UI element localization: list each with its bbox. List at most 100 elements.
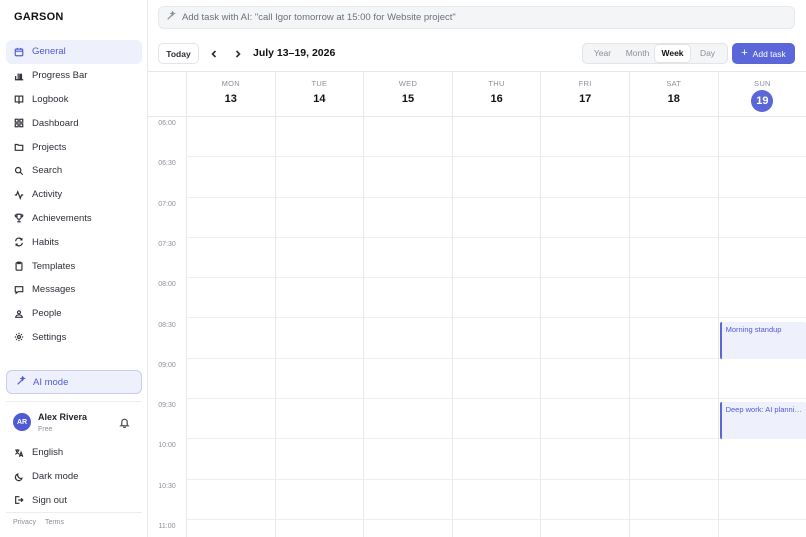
sidebar: GARSON General Progress Bar Logbook Dashboa…	[0, 0, 148, 537]
time-label: 10:30	[158, 482, 176, 490]
privacy-link[interactable]: Privacy	[13, 519, 36, 526]
terms-link[interactable]: Terms	[45, 519, 64, 526]
user-profile[interactable]: AR Alex Rivera Free	[13, 409, 138, 439]
sidebar-bottom-nav: English Dark mode Sign out	[6, 441, 142, 512]
sidebar-item-label: Search	[32, 165, 63, 177]
sidebar-item-messages[interactable]: Messages	[6, 278, 142, 302]
day-header-mon[interactable]: MON 13	[186, 72, 275, 117]
book-icon	[14, 94, 24, 105]
sidebar-item-label: Sign out	[32, 494, 67, 506]
sidebar-item-projects[interactable]: Projects	[6, 135, 142, 159]
sidebar-item-label: Activity	[32, 189, 63, 201]
date-range: July 13–19, 2026	[253, 47, 336, 59]
footer-links: Privacy Terms	[13, 519, 64, 526]
add-task-label: Add task	[752, 48, 786, 59]
view-switcher: Year Month Week Day	[582, 43, 728, 64]
sidebar-item-logbook[interactable]: Logbook	[6, 88, 142, 112]
translate-icon	[14, 448, 24, 458]
time-slot-row	[186, 157, 806, 198]
day-number: 18	[667, 93, 680, 105]
sidebar-item-label: Logbook	[32, 93, 69, 105]
chevron-left-icon[interactable]	[209, 48, 219, 58]
sign-out-icon	[14, 495, 24, 505]
ai-mode-label: AI mode	[33, 376, 69, 388]
sidebar-item-label: English	[32, 447, 64, 459]
day-header-tue[interactable]: TUE 14	[274, 72, 364, 117]
sidebar-item-label: Settings	[32, 331, 67, 343]
time-label: 07:30	[158, 240, 176, 248]
time-slot-row	[186, 480, 806, 520]
chevron-right-icon[interactable]	[233, 48, 243, 58]
time-slot-row	[186, 319, 806, 359]
calendar-icon	[14, 47, 24, 57]
sidebar-item-search[interactable]: Search	[6, 159, 142, 183]
day-header-sat[interactable]: SAT 18	[629, 72, 718, 117]
sidebar-item-people[interactable]: People	[6, 302, 142, 326]
day-of-week: WED	[398, 79, 418, 88]
day-header-thu[interactable]: THU 16	[451, 72, 541, 117]
calendar-event[interactable]: Morning standup	[719, 321, 806, 359]
view-tab-week[interactable]: Week	[655, 45, 690, 62]
time-label: 11:00	[158, 523, 176, 530]
gear-icon	[14, 332, 24, 342]
sidebar-item-label: Progress Bar	[32, 70, 88, 82]
day-of-week: THU	[488, 79, 505, 88]
day-header-wed[interactable]: WED 15	[363, 72, 452, 117]
day-number: 17	[579, 93, 592, 105]
sidebar-item-dashboard[interactable]: Dashboard	[6, 111, 142, 135]
bell-icon[interactable]	[119, 417, 130, 429]
calendar-toolbar: Today July 13–19, 2026 Year Month Week Day …	[148, 36, 806, 72]
calendar-event[interactable]: Deep work: AI planning	[719, 402, 806, 440]
day-header-fri[interactable]: FRI 17	[540, 72, 629, 117]
sidebar-item-sign-out[interactable]: Sign out	[6, 489, 142, 513]
sparkle-icon	[16, 374, 33, 389]
day-column-divider	[451, 117, 453, 537]
folder-icon	[14, 142, 24, 152]
clipboard-icon	[14, 261, 24, 271]
day-column-divider	[186, 117, 187, 537]
time-label: 10:00	[158, 442, 176, 450]
moon-icon	[14, 472, 24, 482]
time-slot-row	[186, 439, 806, 480]
view-tab-year[interactable]: Year	[585, 45, 620, 62]
day-of-week: FRI	[578, 79, 592, 88]
time-slot-row	[186, 238, 806, 279]
ai-task-input[interactable]: Add task with AI: "call Igor tomorrow at…	[158, 6, 795, 29]
sidebar-item-english[interactable]: English	[6, 441, 142, 465]
time-label: 08:30	[158, 321, 176, 329]
time-label: 09:00	[158, 361, 176, 369]
add-task-button[interactable]: + Add task	[732, 43, 795, 64]
bar-chart-icon	[14, 71, 24, 81]
ai-mode-button[interactable]: AI mode	[6, 370, 142, 394]
search-icon	[14, 166, 24, 176]
sidebar-item-achievements[interactable]: Achievements	[6, 207, 142, 231]
sidebar-item-habits[interactable]: Habits	[6, 230, 142, 254]
divider	[6, 512, 142, 513]
sidebar-item-dark-mode[interactable]: Dark mode	[6, 465, 142, 489]
grid-icon	[14, 118, 24, 128]
sidebar-item-templates[interactable]: Templates	[6, 254, 142, 278]
avatar: AR	[13, 413, 31, 431]
time-grid[interactable]: 06:00 06:30 07:00 07:30 08:00 08:30 09:00 09:30…	[148, 117, 806, 537]
time-slot-row	[186, 359, 806, 400]
brand-logo: GARSON	[14, 11, 64, 23]
sidebar-item-activity[interactable]: Activity	[6, 183, 142, 207]
trophy-icon	[14, 213, 24, 223]
view-tab-month[interactable]: Month	[620, 45, 655, 62]
day-column-divider	[629, 117, 630, 537]
time-label: 08:00	[158, 281, 176, 289]
sparkle-icon	[166, 10, 182, 24]
day-column-divider	[717, 117, 719, 537]
time-slot-row	[186, 399, 806, 440]
view-tab-day[interactable]: Day	[690, 45, 725, 62]
people-icon	[14, 309, 24, 319]
day-column-divider	[274, 117, 276, 537]
sidebar-item-settings[interactable]: Settings	[6, 326, 142, 350]
today-button[interactable]: Today	[158, 43, 199, 64]
sidebar-item-general[interactable]: General	[6, 40, 142, 64]
day-of-week: MON	[221, 79, 240, 88]
day-header-sun[interactable]: SUN 19	[717, 72, 806, 117]
user-name: Alex Rivera	[38, 412, 88, 422]
time-label: 09:30	[158, 402, 176, 410]
sidebar-item-progress-bar[interactable]: Progress Bar	[6, 64, 142, 88]
